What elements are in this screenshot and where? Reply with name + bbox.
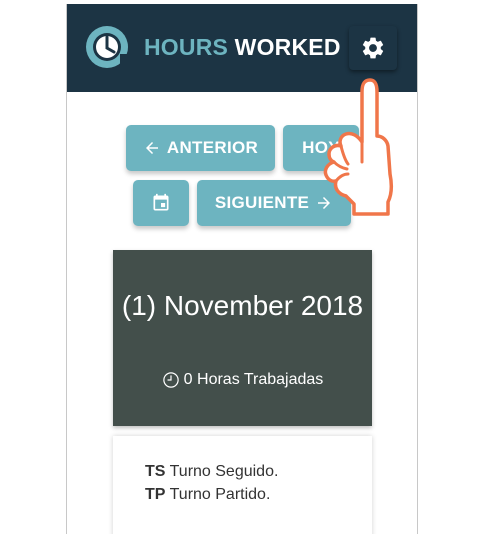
app-bar: HOURS WORKED [67,4,417,92]
legend-item: TS Turno Seguido. [145,463,278,481]
today-button-label: HOY [302,138,340,157]
next-button[interactable]: SIGUIENTE [197,180,351,226]
date-card: (1) November 2018 0 Horas Trabajadas [113,250,372,426]
clock-icon [162,372,179,388]
hours-worked-text: 0 Horas Trabajadas [183,371,324,388]
hours-worked-line: 0 Horas Trabajadas [113,371,372,389]
arrow-left-icon [145,142,158,154]
legend-code: TP [145,486,166,503]
app-screen: HOURS WORKED ANTERIOR HOY SIGUIENTE (1) … [66,4,418,534]
app-title-part1: HOURS [144,34,229,60]
app-title-part2: WORKED [234,34,341,60]
next-button-label: SIGUIENTE [214,193,310,212]
legend-code: TS [145,463,166,480]
legend-item: TP Turno Partido. [145,486,270,504]
calendar-icon [153,193,169,211]
legend-card: TS Turno Seguido. TP Turno Partido. [113,436,372,534]
previous-button-label: ANTERIOR [166,138,259,157]
date-title: (1) November 2018 [121,290,364,321]
previous-button[interactable]: ANTERIOR [126,125,275,171]
legend-text: Turno Seguido. [169,463,279,480]
legend-text: Turno Partido. [169,486,271,503]
settings-button[interactable] [349,26,397,70]
app-title: HOURS WORKED [144,34,341,61]
gear-icon [362,37,384,59]
today-button[interactable]: HOY [283,125,359,171]
arrow-right-icon [318,197,331,209]
clock-logo-icon [86,26,128,68]
calendar-button[interactable] [133,180,189,226]
